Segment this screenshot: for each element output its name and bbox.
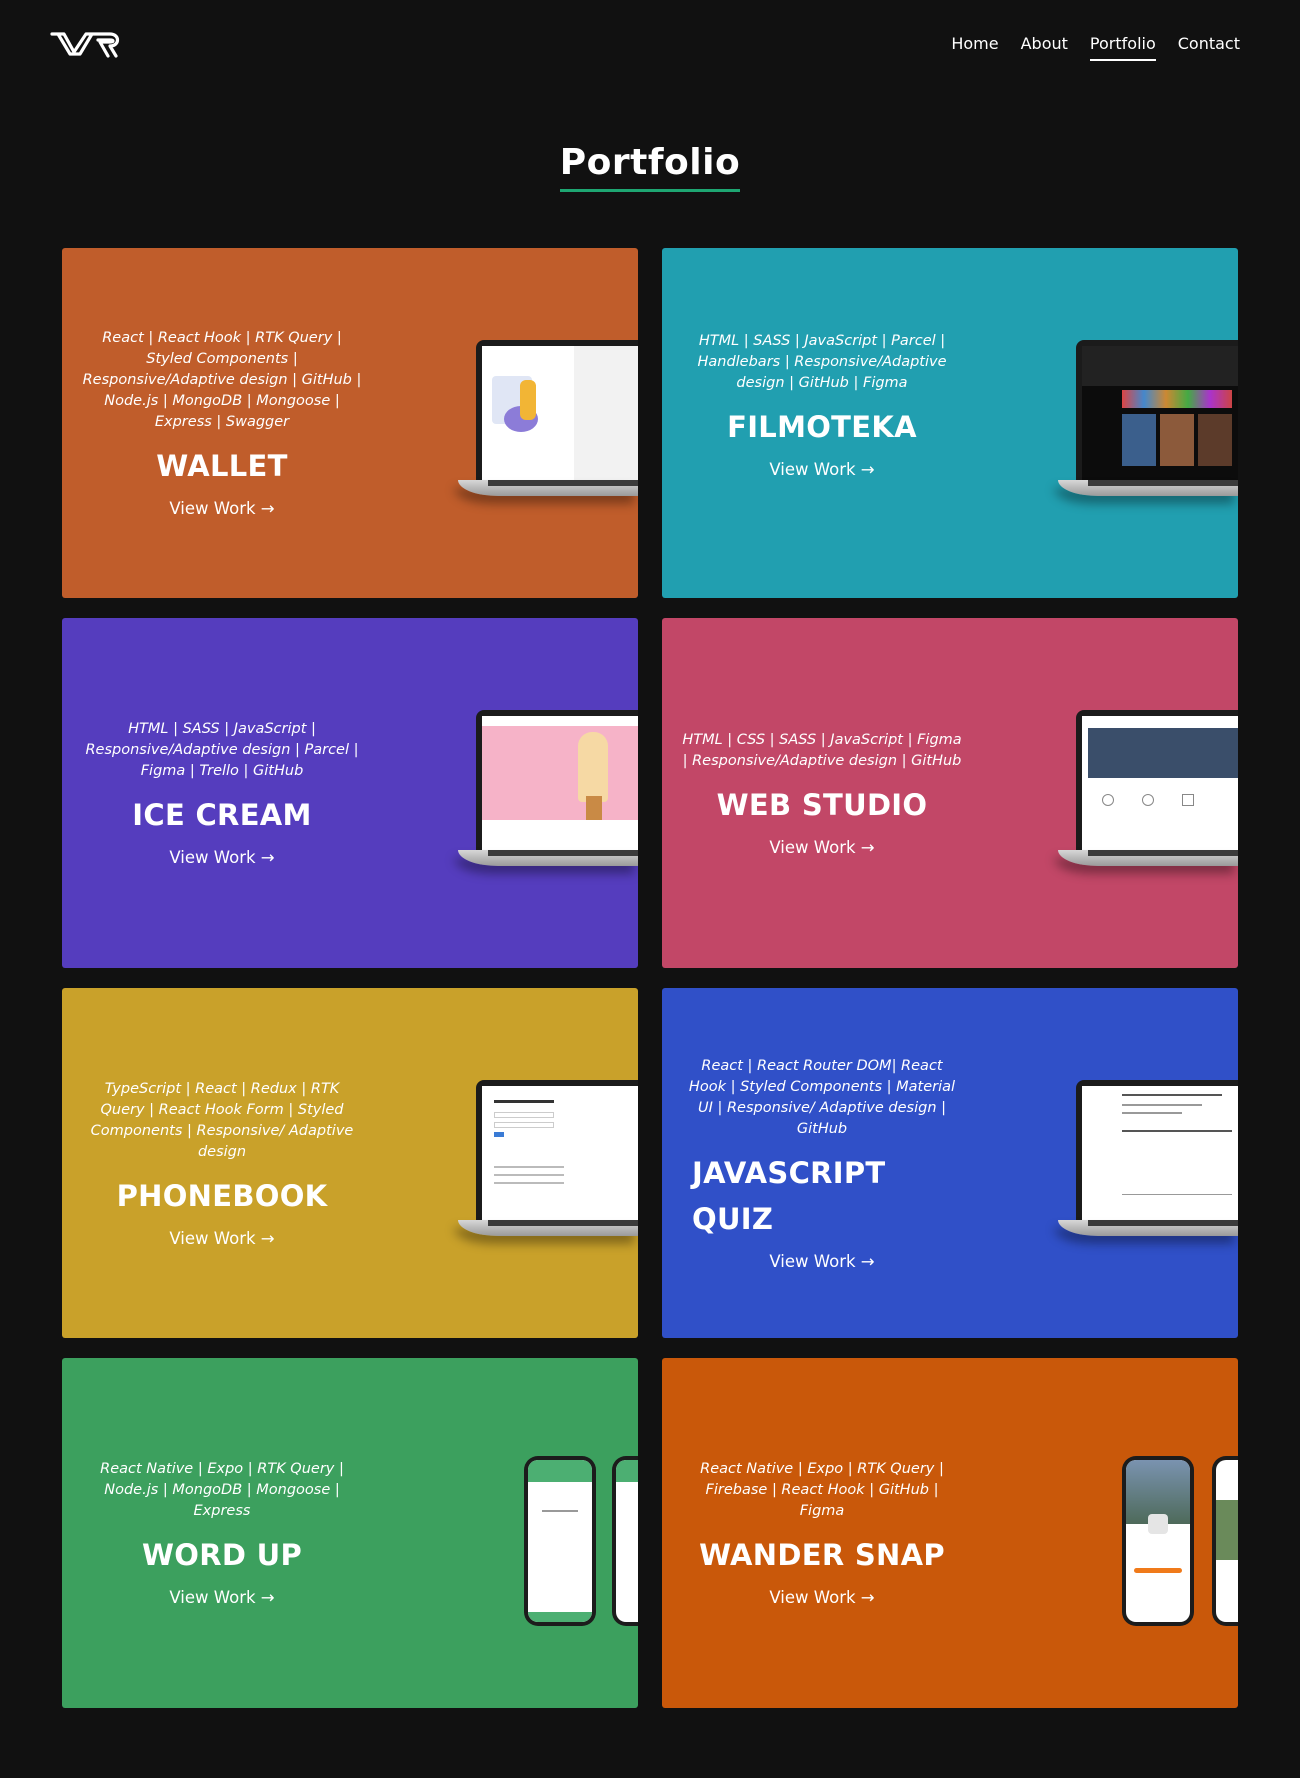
tech-stack: React Native | Expo | RTK Query | Node.j… xyxy=(100,1461,344,1519)
project-title: FILMOTEKA xyxy=(727,410,917,444)
tech-stack: HTML | SASS | JavaScript | Parcel | Hand… xyxy=(697,333,947,391)
site-header: Home About Portfolio Contact xyxy=(0,0,1300,90)
project-title: WALLET xyxy=(156,449,288,483)
logo[interactable] xyxy=(50,28,126,60)
project-title: ICE CREAM xyxy=(132,798,312,832)
nav-about[interactable]: About xyxy=(1021,34,1068,61)
card-info: TypeScript | React | Redux | RTK Query |… xyxy=(62,988,382,1338)
word-up-mobile-screenshot xyxy=(528,1460,592,1622)
laptop-mockup xyxy=(1058,340,1238,510)
card-info: HTML | SASS | JavaScript | Responsive/Ad… xyxy=(62,618,382,968)
project-card-web-studio[interactable]: HTML | CSS | SASS | JavaScript | Figma |… xyxy=(662,618,1238,968)
view-work-link[interactable]: View Work → xyxy=(169,499,274,518)
javascript-quiz-screenshot xyxy=(1082,1086,1238,1220)
main-nav: Home About Portfolio Contact xyxy=(951,34,1240,61)
project-card-ice-cream[interactable]: HTML | SASS | JavaScript | Responsive/Ad… xyxy=(62,618,638,968)
phone-mockup xyxy=(1122,1456,1194,1626)
tech-stack: React Native | Expo | RTK Query | Fireba… xyxy=(700,1461,944,1519)
view-work-link[interactable]: View Work → xyxy=(769,838,874,857)
web-studio-site-screenshot xyxy=(1082,716,1238,850)
tech-stack: HTML | SASS | JavaScript | Responsive/Ad… xyxy=(85,721,359,779)
tech-stack: React | React Router DOM| React Hook | S… xyxy=(688,1057,956,1137)
view-work-link[interactable]: View Work → xyxy=(769,1252,874,1271)
laptop-mockup xyxy=(458,1080,638,1250)
view-work-link[interactable]: View Work → xyxy=(769,460,874,479)
card-info: React | React Hook | RTK Query | Styled … xyxy=(62,248,382,598)
project-card-phonebook[interactable]: TypeScript | React | Redux | RTK Query |… xyxy=(62,988,638,1338)
tech-stack: React | React Hook | RTK Query | Styled … xyxy=(82,330,362,430)
phone-mockup-second xyxy=(612,1456,638,1626)
card-info: HTML | SASS | JavaScript | Parcel | Hand… xyxy=(662,248,982,598)
view-work-link[interactable]: View Work → xyxy=(169,848,274,867)
project-title: WORD UP xyxy=(141,1538,303,1572)
ice-cream-site-screenshot xyxy=(482,716,638,850)
card-info: React | React Router DOM| React Hook | S… xyxy=(662,988,982,1338)
nav-home[interactable]: Home xyxy=(951,34,998,61)
card-info: HTML | CSS | SASS | JavaScript | Figma |… xyxy=(662,618,982,968)
filmoteka-app-screenshot xyxy=(1082,346,1238,480)
view-work-link[interactable]: View Work → xyxy=(169,1588,274,1607)
phone-mockup-second xyxy=(1212,1456,1238,1626)
project-card-wallet[interactable]: React | React Hook | RTK Query | Styled … xyxy=(62,248,638,598)
project-title: WEB STUDIO xyxy=(716,787,928,822)
phonebook-app-screenshot xyxy=(482,1086,638,1220)
wallet-app-screenshot xyxy=(482,346,638,480)
laptop-mockup xyxy=(458,710,638,880)
laptop-mockup xyxy=(1058,1080,1238,1250)
phone-mockup xyxy=(524,1456,596,1626)
view-work-link[interactable]: View Work → xyxy=(769,1588,874,1607)
wander-snap-mobile-screenshot xyxy=(1126,1460,1190,1622)
project-title: WANDER SNAP xyxy=(699,1538,945,1572)
page-title-wrap: Portfolio xyxy=(0,142,1300,192)
laptop-mockup xyxy=(1058,710,1238,880)
project-card-word-up[interactable]: React Native | Expo | RTK Query | Node.j… xyxy=(62,1358,638,1708)
project-title: JAVASCRIPT QUIZ xyxy=(692,1155,886,1236)
tech-stack: HTML | CSS | SASS | JavaScript | Figma |… xyxy=(682,731,962,769)
page-title: Portfolio xyxy=(559,142,741,192)
laptop-mockup xyxy=(458,340,638,510)
project-title: PHONEBOOK xyxy=(116,1178,328,1213)
tech-stack: TypeScript | React | Redux | RTK Query |… xyxy=(90,1080,354,1160)
nav-portfolio[interactable]: Portfolio xyxy=(1089,34,1156,61)
card-info: React Native | Expo | RTK Query | Node.j… xyxy=(62,1358,382,1708)
nav-contact[interactable]: Contact xyxy=(1178,34,1240,61)
project-card-wander-snap[interactable]: React Native | Expo | RTK Query | Fireba… xyxy=(662,1358,1238,1708)
card-info: React Native | Expo | RTK Query | Fireba… xyxy=(662,1358,982,1708)
project-card-filmoteka[interactable]: HTML | SASS | JavaScript | Parcel | Hand… xyxy=(662,248,1238,598)
project-card-javascript-quiz[interactable]: React | React Router DOM| React Hook | S… xyxy=(662,988,1238,1338)
view-work-link[interactable]: View Work → xyxy=(169,1229,274,1248)
